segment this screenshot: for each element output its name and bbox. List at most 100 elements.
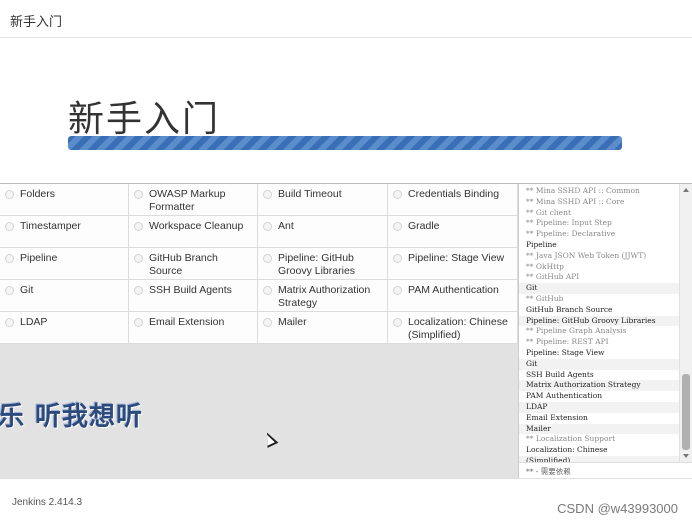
log-dependency-line: ** Mina SSHD API :: Core bbox=[526, 196, 625, 206]
plugin-item: Timestamper bbox=[0, 216, 129, 248]
log-dependency-line: ** Java JSON Web Token (JJWT) bbox=[526, 250, 647, 260]
log-plugin-line: Git bbox=[519, 283, 679, 294]
plugin-item: Pipeline: GitHub Groovy Libraries bbox=[258, 248, 388, 280]
log-dependency-line: ** Git client bbox=[526, 207, 571, 217]
plugin-status-icon bbox=[263, 190, 272, 199]
plugin-item: Localization: Chinese (Simplified) bbox=[388, 312, 518, 344]
plugin-item: Pipeline: Stage View bbox=[388, 248, 518, 280]
log-plugin-line: Mailer bbox=[519, 423, 679, 435]
log-dependency-line: ** GitHub bbox=[526, 293, 564, 303]
plugin-name: Gradle bbox=[408, 220, 440, 232]
log-plugin-line: Localization: Chinese bbox=[519, 445, 679, 456]
mouse-cursor-icon bbox=[261, 430, 279, 448]
plugin-item: LDAP bbox=[0, 312, 129, 344]
plugin-name: Ant bbox=[278, 220, 294, 232]
plugin-status-icon bbox=[134, 190, 143, 199]
plugin-name: SSH Build Agents bbox=[149, 284, 232, 296]
plugin-status-icon bbox=[263, 254, 272, 263]
footer: Jenkins 2.414.3 CSDN @w43993000 bbox=[0, 478, 692, 524]
plugin-item: Credentials Binding bbox=[388, 184, 518, 216]
plugin-name: Workspace Cleanup bbox=[149, 220, 244, 232]
plugin-status-icon bbox=[134, 254, 143, 263]
log-plugin-line: GitHub Branch Source bbox=[519, 304, 679, 316]
plugin-status-icon bbox=[5, 190, 14, 199]
log-dependency-line: ** OkHttp bbox=[526, 261, 564, 271]
top-bar: 新手入门 bbox=[0, 0, 692, 38]
plugin-name: Email Extension bbox=[149, 316, 225, 328]
plugin-item: Git bbox=[0, 280, 129, 312]
plugin-name: Pipeline: GitHub Groovy Libraries bbox=[278, 252, 356, 277]
log-dependency-line: ** Pipeline Graph Analysis bbox=[526, 326, 627, 336]
install-progress-bar bbox=[68, 136, 622, 150]
plugin-name: PAM Authentication bbox=[408, 284, 499, 296]
plugin-status-icon bbox=[393, 254, 402, 263]
window-title: 新手入门 bbox=[10, 14, 63, 29]
overlay-area: 乐 听我想听 bbox=[0, 344, 518, 478]
log-plugin-line: Pipeline bbox=[519, 239, 679, 251]
log-dependency-line: ** GitHub API bbox=[526, 272, 580, 282]
plugin-item: Pipeline bbox=[0, 248, 129, 280]
plugin-name: LDAP bbox=[20, 316, 48, 328]
plugin-grid: Folders OWASP Markup Formatter Build Timeo… bbox=[0, 184, 518, 344]
plugin-name: Pipeline: Stage View bbox=[408, 252, 505, 264]
log-scrollbar[interactable] bbox=[679, 184, 692, 462]
plugin-status-icon bbox=[263, 318, 272, 327]
log-plugin-line: Email Extension bbox=[519, 412, 679, 424]
page-title: 新手入门 bbox=[68, 99, 221, 140]
plugin-item: Workspace Cleanup bbox=[129, 216, 258, 248]
plugin-item: Mailer bbox=[258, 312, 388, 344]
plugin-status-icon bbox=[263, 222, 272, 231]
log-dependency-line: ** Pipeline: Declarative bbox=[526, 229, 616, 239]
plugin-name: Timestamper bbox=[20, 220, 81, 232]
plugin-status-icon bbox=[134, 286, 143, 295]
overlay-text: 乐 听我想听 bbox=[0, 402, 144, 432]
plugin-status-icon bbox=[263, 286, 272, 295]
install-log-list: ** Mina SSHD API :: Common ** Mina SSHD A… bbox=[519, 186, 679, 462]
plugin-name: Pipeline bbox=[20, 252, 58, 264]
plugin-status-icon bbox=[5, 254, 14, 263]
plugin-item: Ant bbox=[258, 216, 388, 248]
dependency-legend: ** - 需要依赖 bbox=[518, 462, 692, 478]
log-plugin-line: Pipeline: GitHub Groovy Libraries bbox=[519, 315, 679, 327]
log-plugin-line: LDAP bbox=[519, 401, 679, 413]
plugin-name: OWASP Markup Formatter bbox=[149, 188, 226, 213]
plugin-item: Gradle bbox=[388, 216, 518, 248]
plugin-status-icon bbox=[393, 286, 402, 295]
log-plugin-line: Pipeline: Stage View bbox=[519, 347, 679, 359]
plugin-item: Email Extension bbox=[129, 312, 258, 344]
plugin-item: Matrix Authorization Strategy bbox=[258, 280, 388, 312]
plugin-item: OWASP Markup Formatter bbox=[129, 184, 258, 216]
plugin-status-icon bbox=[5, 286, 14, 295]
plugin-status-icon bbox=[134, 318, 143, 327]
log-dependency-line: ** Pipeline: REST API bbox=[526, 337, 609, 347]
hero-section: 新手入门 bbox=[0, 38, 692, 184]
plugin-name: GitHub Branch Source bbox=[149, 252, 218, 277]
plugin-name: Build Timeout bbox=[278, 188, 342, 200]
plugin-item: PAM Authentication bbox=[388, 280, 518, 312]
plugin-name: Localization: Chinese (Simplified) bbox=[408, 316, 508, 341]
log-plugin-line: Git bbox=[519, 358, 679, 370]
plugin-status-icon bbox=[393, 190, 402, 199]
plugin-name: Folders bbox=[20, 188, 56, 200]
csdn-watermark: CSDN @w43993000 bbox=[557, 501, 678, 516]
plugin-name: Git bbox=[20, 284, 34, 296]
plugin-item: Folders bbox=[0, 184, 129, 216]
install-log-panel[interactable]: ** Mina SSHD API :: Common ** Mina SSHD A… bbox=[518, 184, 692, 462]
scroll-up-icon[interactable] bbox=[683, 188, 689, 192]
plugin-status-icon bbox=[393, 222, 402, 231]
plugin-status-icon bbox=[5, 222, 14, 231]
log-dependency-line: ** Mina SSHD API :: Common bbox=[526, 186, 640, 195]
plugin-item: SSH Build Agents bbox=[129, 280, 258, 312]
log-plugin-line: SSH Build Agents bbox=[519, 369, 679, 381]
log-plugin-line: PAM Authentication bbox=[519, 391, 679, 402]
jenkins-version: Jenkins 2.414.3 bbox=[12, 497, 83, 508]
plugin-name: Matrix Authorization Strategy bbox=[278, 284, 371, 309]
scroll-thumb[interactable] bbox=[682, 374, 690, 450]
log-plugin-line: Matrix Authorization Strategy bbox=[519, 380, 679, 392]
plugin-status-icon bbox=[5, 318, 14, 327]
install-progress-fill bbox=[68, 136, 622, 150]
scroll-down-icon[interactable] bbox=[683, 454, 689, 458]
log-dependency-line: ** Pipeline: Input Step bbox=[526, 218, 612, 228]
log-dependency-line: ** Localization Support bbox=[526, 434, 616, 444]
plugin-item: GitHub Branch Source bbox=[129, 248, 258, 280]
